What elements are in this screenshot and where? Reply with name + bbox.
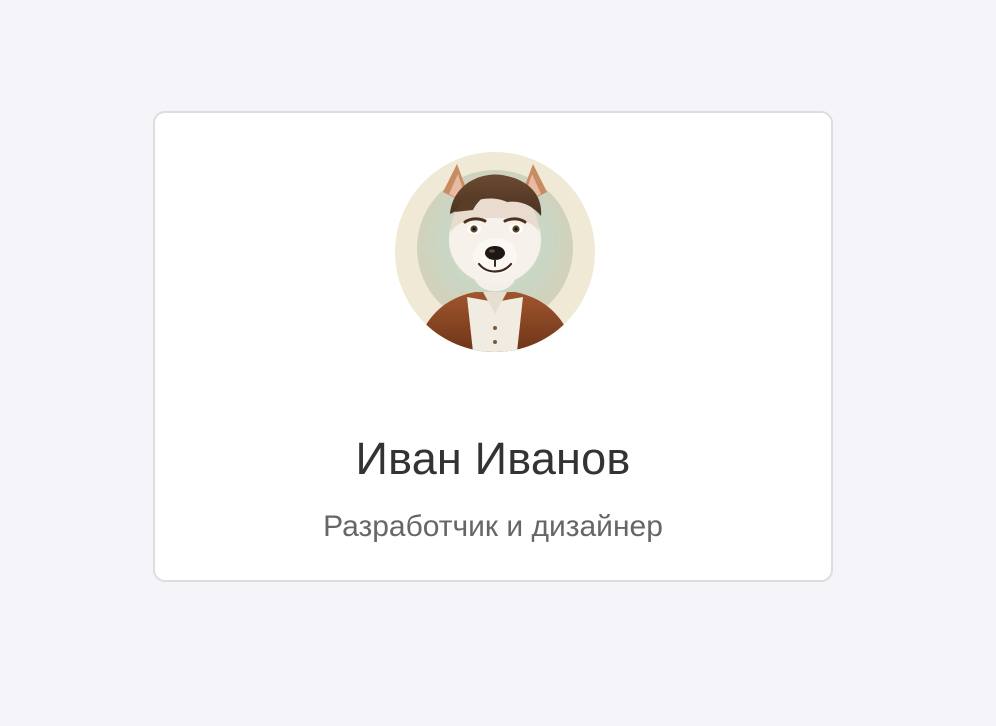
profile-role: Разработчик и дизайнер xyxy=(323,510,663,543)
profile-name: Иван Иванов xyxy=(355,433,631,484)
avatar xyxy=(395,152,595,352)
fox-avatar-icon xyxy=(395,152,595,352)
profile-card: Иван Иванов Разработчик и дизайнер xyxy=(153,111,833,582)
